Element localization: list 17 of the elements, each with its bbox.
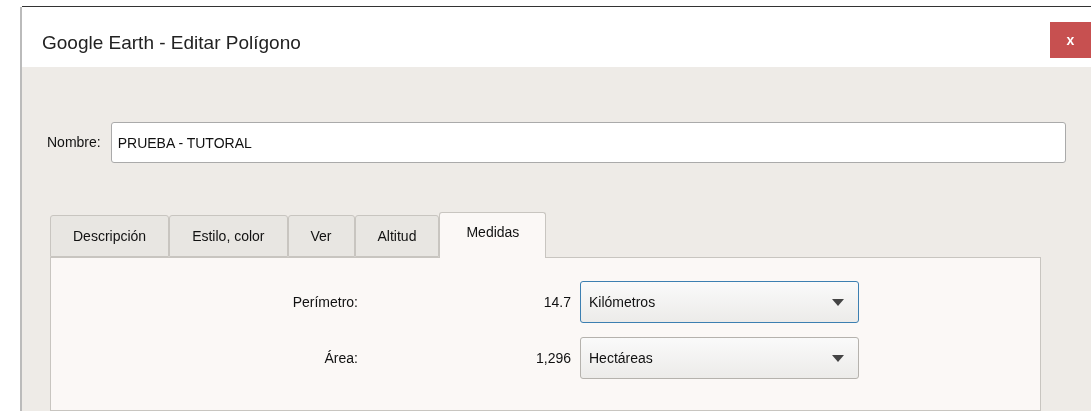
unit-dropdown[interactable]: Hectáreas	[580, 337, 859, 379]
tab[interactable]: Estilo, color	[169, 215, 288, 257]
name-label: Nombre:	[47, 133, 101, 152]
tab[interactable]: Descripción	[50, 215, 170, 257]
tab[interactable]: Medidas	[439, 212, 547, 258]
close-button[interactable]: x	[1050, 22, 1091, 58]
name-field[interactable]: PRUEBA - TUTORAL	[110, 122, 1066, 163]
measure-label: Área:	[323, 348, 358, 368]
measure-label: Perímetro:	[291, 292, 358, 312]
measure-value: 1,296	[534, 348, 571, 368]
window-title: Google Earth - Editar Polígono	[42, 31, 301, 55]
dropdown-caret-icon	[832, 298, 844, 306]
unit-dropdown[interactable]: Kilómetros	[580, 281, 859, 323]
tab[interactable]: Altitud	[354, 215, 440, 257]
dropdown-caret-icon	[832, 354, 844, 362]
tab[interactable]: Ver	[287, 215, 355, 257]
measure-value: 14.7	[542, 292, 571, 312]
